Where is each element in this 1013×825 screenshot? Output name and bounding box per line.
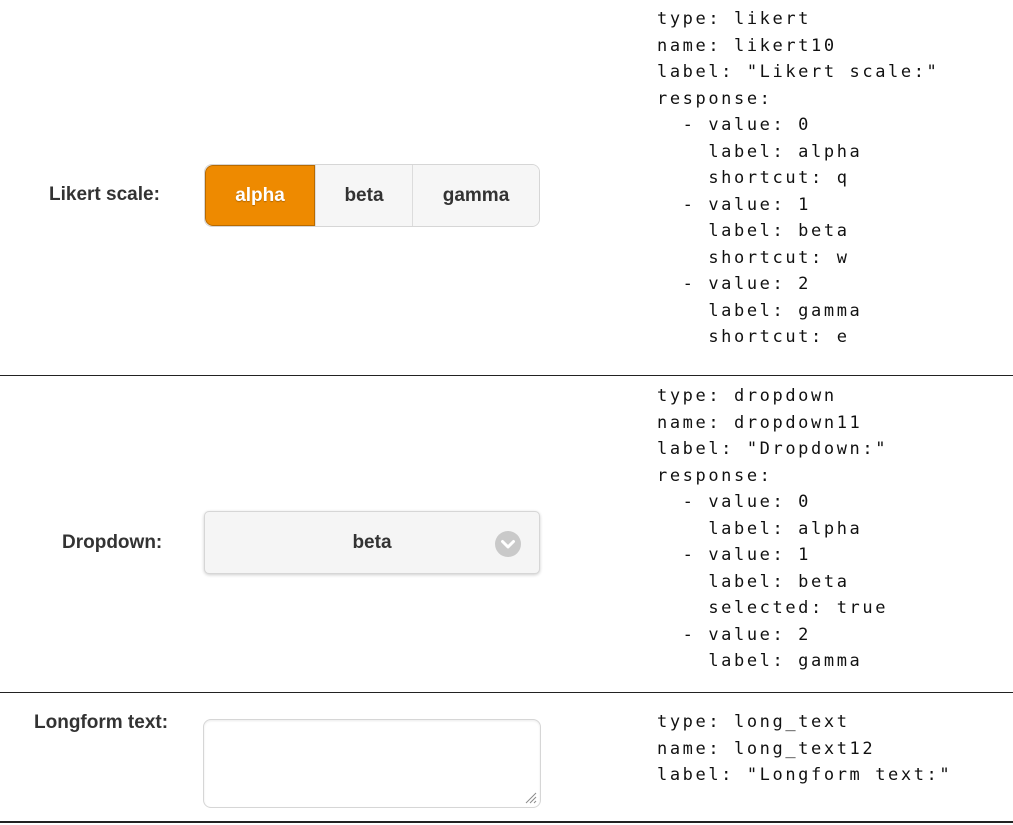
code-line: label: "Likert scale:" bbox=[657, 62, 940, 82]
likert-option-beta[interactable]: beta bbox=[315, 165, 412, 226]
dropdown-selected-value: beta bbox=[352, 531, 392, 553]
code-line: - value: 0 bbox=[657, 115, 812, 135]
likert-option-gamma[interactable]: gamma bbox=[412, 165, 539, 226]
code-line: - value: 2 bbox=[657, 624, 812, 645]
likert-option-alpha[interactable]: alpha bbox=[205, 165, 315, 226]
code-line: - value: 1 bbox=[657, 545, 812, 565]
code-line: selected: true bbox=[657, 598, 889, 618]
code-line: name: likert10 bbox=[657, 35, 837, 56]
dropdown-select[interactable]: beta bbox=[204, 511, 540, 574]
dropdown-config-code: type: dropdown name: dropdown11 label: "Dr… bbox=[657, 383, 888, 675]
code-line: - value: 2 bbox=[657, 274, 812, 294]
code-line: name: long_text12 bbox=[657, 738, 876, 759]
likert-config-code: type: likert name: likert10 label: "Likert… bbox=[657, 6, 939, 351]
code-line: type: likert bbox=[657, 9, 812, 29]
section-divider bbox=[0, 692, 1013, 693]
code-line: response: bbox=[657, 465, 773, 486]
section-divider bbox=[0, 375, 1013, 376]
code-line: - value: 1 bbox=[657, 194, 812, 215]
code-line: label: alpha bbox=[657, 141, 863, 162]
chevron-down-circle-icon bbox=[495, 531, 521, 557]
code-line: label: "Dropdown:" bbox=[657, 439, 889, 459]
code-line: shortcut: e bbox=[657, 327, 850, 347]
code-line: name: dropdown11 bbox=[657, 412, 863, 433]
code-line: label: alpha bbox=[657, 518, 863, 539]
code-line: label: gamma bbox=[657, 651, 863, 671]
longform-textarea[interactable] bbox=[203, 719, 541, 808]
dropdown-label: Dropdown: bbox=[62, 532, 163, 553]
code-line: label: gamma bbox=[657, 300, 863, 321]
code-line: label: "Longform text:" bbox=[657, 765, 953, 785]
longform-config-code: type: long_text name: long_text12 label: "… bbox=[657, 709, 952, 789]
resize-handle-icon[interactable] bbox=[523, 790, 537, 804]
longform-label: Longform text: bbox=[34, 712, 169, 733]
likert-scale: alpha beta gamma bbox=[204, 164, 540, 227]
code-line: shortcut: w bbox=[657, 247, 850, 268]
code-line: shortcut: q bbox=[657, 168, 850, 188]
code-line: label: beta bbox=[657, 221, 850, 241]
code-line: type: dropdown bbox=[657, 386, 837, 406]
code-line: type: long_text bbox=[657, 712, 850, 732]
likert-label: Likert scale: bbox=[49, 184, 160, 205]
code-line: response: bbox=[657, 88, 773, 109]
section-divider bbox=[0, 821, 1013, 823]
code-line: - value: 0 bbox=[657, 492, 812, 512]
code-line: label: beta bbox=[657, 571, 850, 592]
